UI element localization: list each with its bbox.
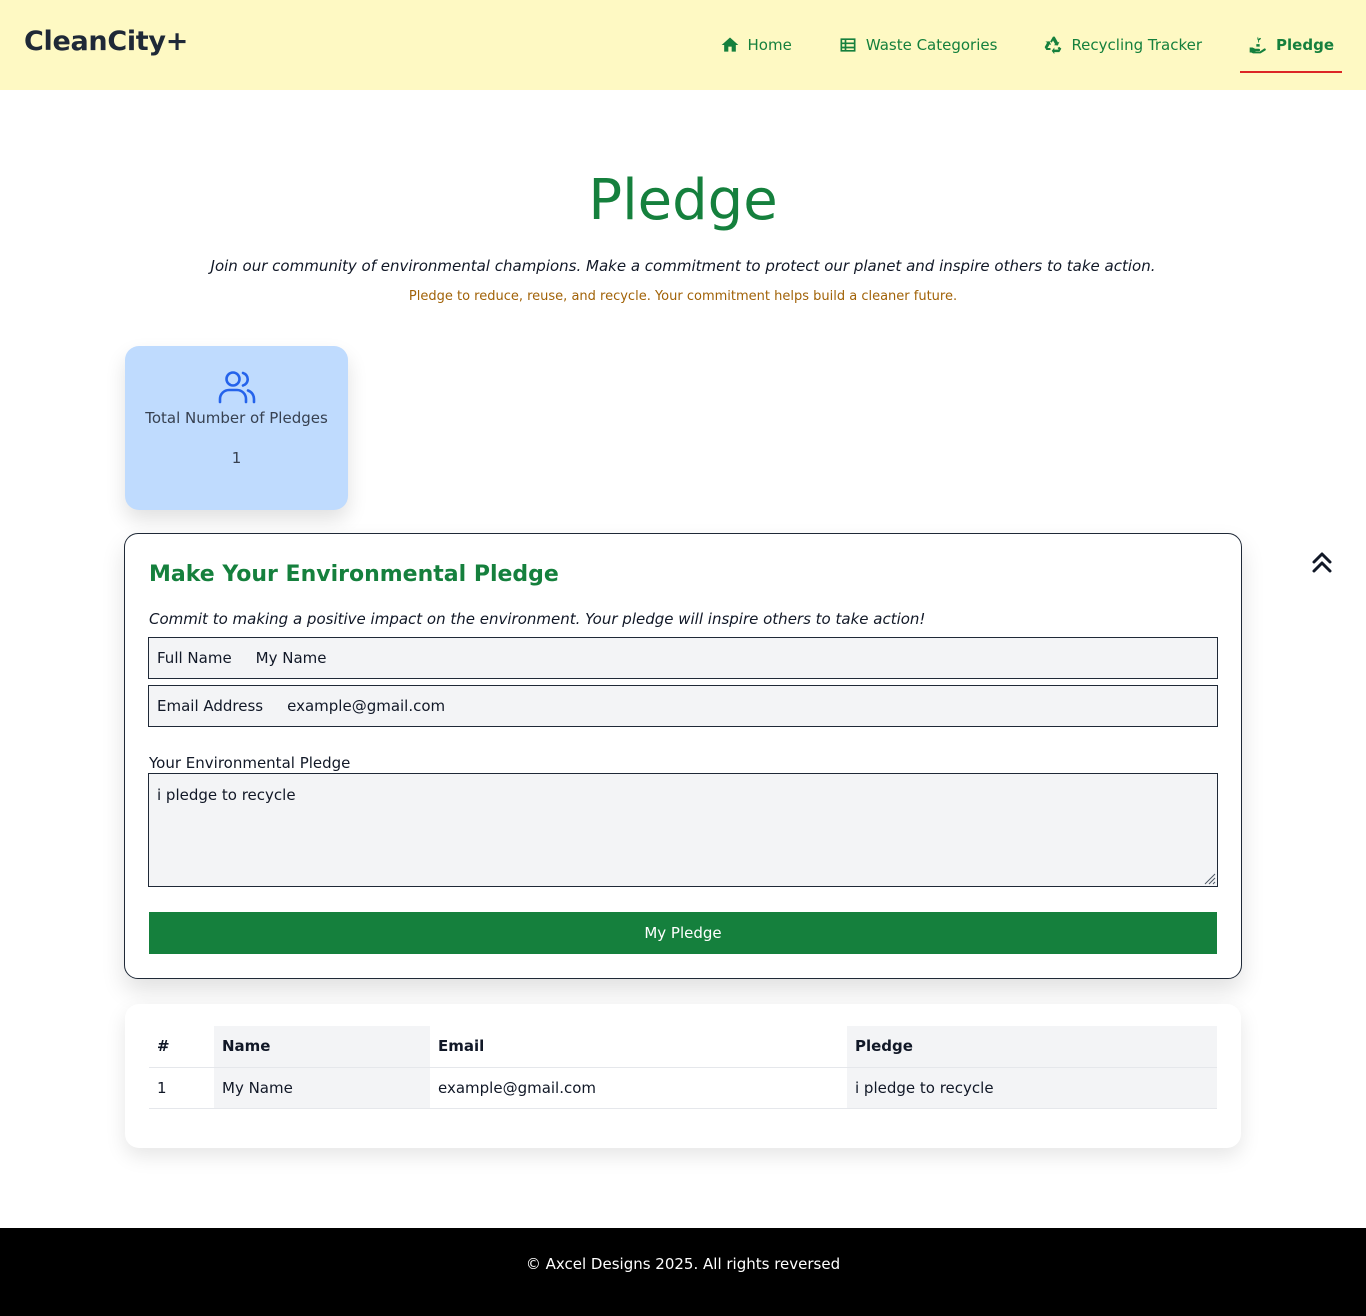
pledge-form-card: Make Your Environmental Pledge Commit to…: [124, 533, 1242, 979]
email-field[interactable]: Email Address: [148, 685, 1218, 727]
column-header-email: Email: [430, 1026, 847, 1068]
form-description: Commit to making a positive impact on th…: [149, 610, 926, 628]
pledge-count-value: 1: [231, 449, 242, 467]
submit-pledge-button[interactable]: My Pledge: [149, 912, 1217, 954]
top-navbar: CleanCity+ Home Waste Categories Recycli…: [0, 0, 1366, 90]
row-name-cell: My Name: [214, 1067, 430, 1109]
brand-logo[interactable]: CleanCity+: [24, 26, 188, 57]
full-name-label: Full Name: [157, 649, 232, 667]
list-icon: [840, 38, 856, 52]
page-tagline: Pledge to reduce, reuse, and recycle. Yo…: [408, 289, 958, 304]
column-header-name: Name: [214, 1026, 430, 1068]
full-name-field[interactable]: Full Name: [148, 637, 1218, 679]
nav-recycling-tracker[interactable]: Recycling Tracker: [1035, 25, 1210, 65]
pledge-count-label: Total Number of Pledges: [145, 409, 328, 427]
nav-recycling-tracker-label: Recycling Tracker: [1071, 36, 1203, 54]
scroll-to-top-button[interactable]: [1310, 550, 1334, 574]
pledge-textarea-label: Your Environmental Pledge: [149, 754, 351, 772]
page-title: Pledge: [588, 168, 778, 233]
pledge-count-card: Total Number of Pledges 1: [125, 346, 348, 510]
nav-home-label: Home: [747, 36, 792, 54]
row-email-cell: example@gmail.com: [430, 1067, 847, 1109]
table-header-row: # Name Email Pledge: [149, 1026, 1217, 1068]
pledges-table: # Name Email Pledge 1 My Name example@gm…: [149, 1026, 1217, 1109]
users-icon: [218, 371, 256, 404]
pledge-textarea[interactable]: i pledge to recycle: [148, 773, 1218, 887]
footer-copyright: © Axcel Designs 2025. All rights reverse…: [525, 1255, 841, 1273]
full-name-input[interactable]: [255, 649, 956, 667]
home-icon: [721, 37, 738, 52]
double-chevron-up-icon: [1312, 552, 1332, 573]
nav-pledge[interactable]: Pledge: [1240, 25, 1342, 73]
column-header-pledge: Pledge: [847, 1026, 1217, 1068]
main-nav: Home Waste Categories Recycling Tracker …: [712, 0, 1342, 90]
hand-seedling-icon: [1249, 36, 1266, 54]
row-number-cell: 1: [149, 1067, 214, 1109]
nav-pledge-label: Pledge: [1276, 36, 1334, 54]
table-row: 1 My Name example@gmail.com i pledge to …: [149, 1067, 1217, 1109]
row-pledge-cell: i pledge to recycle: [847, 1067, 1217, 1109]
nav-waste-categories[interactable]: Waste Categories: [830, 25, 1006, 65]
page-subtitle: Join our community of environmental cham…: [210, 257, 1156, 275]
recycle-icon: [1045, 36, 1062, 55]
nav-home[interactable]: Home: [712, 25, 800, 65]
pledges-table-card: # Name Email Pledge 1 My Name example@gm…: [125, 1004, 1241, 1148]
footer: © Axcel Designs 2025. All rights reverse…: [0, 1228, 1366, 1316]
email-label: Email Address: [157, 697, 264, 715]
column-header-number: #: [149, 1026, 214, 1068]
email-input[interactable]: [287, 697, 988, 715]
resize-grip-icon[interactable]: [1203, 872, 1216, 885]
form-title: Make Your Environmental Pledge: [149, 562, 559, 587]
nav-waste-categories-label: Waste Categories: [865, 36, 998, 54]
